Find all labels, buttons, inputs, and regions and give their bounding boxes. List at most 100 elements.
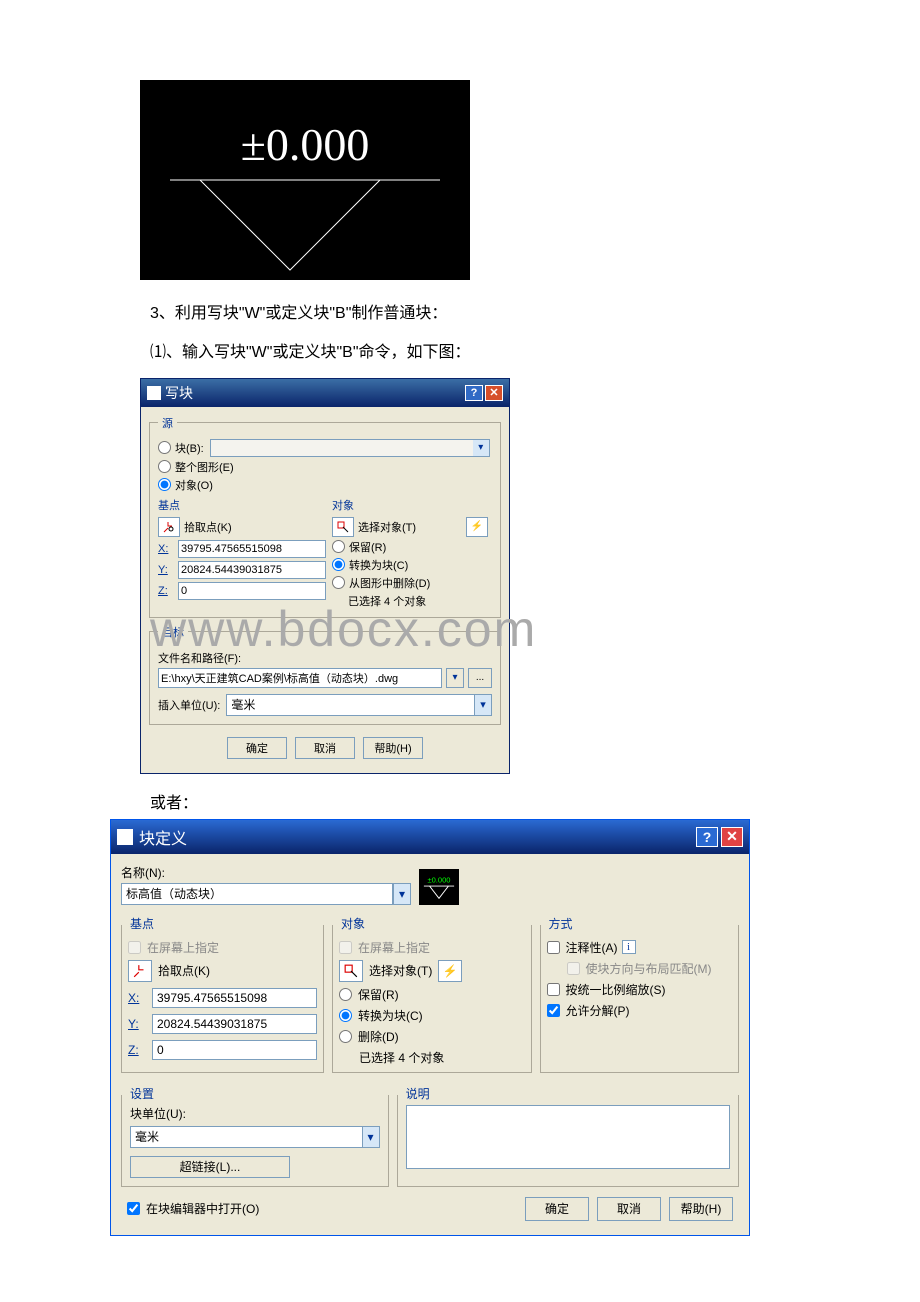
allow-explode-label: 允许分解(P) — [566, 1002, 630, 1019]
close-icon[interactable]: ✕ — [485, 385, 503, 401]
cancel-button[interactable]: 取消 — [295, 737, 355, 759]
z-label: Z: — [128, 1043, 152, 1057]
quickselect-button[interactable]: ⚡ — [438, 960, 462, 982]
pick-point-button[interactable] — [128, 960, 152, 982]
x-label: X: — [128, 991, 152, 1005]
block-name-combo: ▾ — [210, 439, 490, 457]
settings-legend: 设置 — [126, 1085, 158, 1102]
convert-label: 转换为块(C) — [358, 1007, 423, 1024]
path-dropdown[interactable]: ▾ — [446, 668, 464, 688]
select-objects-button[interactable] — [332, 517, 354, 537]
radio-entire-label: 整个图形(E) — [175, 459, 234, 475]
delete-label: 从图形中删除(D) — [349, 575, 430, 591]
help-icon[interactable]: ? — [696, 827, 718, 847]
radio-block[interactable] — [158, 441, 171, 454]
y-label: Y: — [158, 564, 178, 576]
help-icon[interactable]: ? — [465, 385, 483, 401]
app-icon — [117, 829, 133, 845]
selected-count: 已选择 4 个对象 — [332, 593, 492, 609]
basepoint-panel: 基点 在屏幕上指定 拾取点(K) X: Y: Z: — [121, 925, 324, 1073]
insert-units-select[interactable] — [226, 694, 474, 716]
mode-legend: 方式 — [545, 915, 577, 932]
y-label: Y: — [128, 1017, 152, 1031]
info-icon[interactable]: i — [622, 940, 636, 954]
name-label: 名称(N): — [121, 864, 411, 881]
radio-retain[interactable] — [332, 540, 345, 553]
doc-text-1: 3、利用写块"W"或定义块"B"制作普通块： — [150, 300, 780, 329]
doc-text-2: ⑴、输入写块"W"或定义块"B"命令，如下图： — [150, 339, 780, 368]
radio-delete[interactable] — [339, 1030, 352, 1043]
close-icon[interactable]: ✕ — [721, 827, 743, 847]
wblock-dialog: 写块 ? ✕ 源 块(B): ▾ 整个图形(E) 对象(O) 基点 — [140, 378, 510, 774]
radio-convert[interactable] — [339, 1009, 352, 1022]
quickselect-button[interactable]: ⚡ — [466, 517, 488, 537]
wblock-titlebar[interactable]: 写块 ? ✕ — [141, 379, 509, 407]
select-objects-button[interactable] — [339, 960, 363, 982]
radio-entire[interactable] — [158, 460, 171, 473]
y-input[interactable] — [178, 561, 326, 579]
help-button[interactable]: 帮助(H) — [669, 1197, 733, 1221]
radio-objects[interactable] — [158, 478, 171, 491]
objects-legend: 对象 — [332, 497, 492, 513]
open-in-editor-label: 在块编辑器中打开(O) — [146, 1200, 259, 1217]
x-label: X: — [158, 543, 178, 555]
open-in-editor-check[interactable] — [127, 1202, 140, 1215]
hyperlink-button[interactable]: 超链接(L)... — [130, 1156, 290, 1178]
z-input[interactable] — [178, 582, 326, 600]
block-definition-dialog: 块定义 ? ✕ 名称(N): ▾ ±0.000 — [110, 819, 750, 1236]
objects-panel: 对象 在屏幕上指定 选择对象(T) ⚡ 保留(R) 转换为块(C) 删除(D) … — [332, 925, 532, 1073]
description-textarea[interactable] — [406, 1105, 730, 1169]
bdef-title: 块定义 — [139, 825, 693, 849]
chevron-down-icon[interactable]: ▾ — [474, 694, 492, 716]
chevron-down-icon[interactable]: ▾ — [362, 1126, 380, 1148]
settings-panel: 设置 块单位(U): ▾ 超链接(L)... — [121, 1095, 389, 1187]
chevron-down-icon: ▾ — [473, 440, 489, 456]
match-layout-check — [567, 962, 580, 975]
convert-label: 转换为块(C) — [349, 557, 408, 573]
desc-legend: 说明 — [402, 1085, 434, 1102]
radio-objects-label: 对象(O) — [175, 477, 213, 493]
select-objects-label: 选择对象(T) — [369, 962, 432, 979]
pick-point-button[interactable] — [158, 517, 180, 537]
onscreen2-check — [339, 941, 352, 954]
x-input[interactable] — [178, 540, 326, 558]
radio-retain[interactable] — [339, 988, 352, 1001]
ok-button[interactable]: 确定 — [525, 1197, 589, 1221]
chevron-down-icon[interactable]: ▾ — [393, 883, 411, 905]
dest-fieldset: 目标 文件名和路径(F): ▾ ... 插入单位(U): ▾ — [149, 624, 501, 725]
dest-legend: 目标 — [158, 624, 188, 640]
annotative-label: 注释性(A) — [566, 939, 618, 956]
basepoint-legend: 基点 — [158, 497, 326, 513]
retain-label: 保留(R) — [358, 986, 399, 1003]
block-unit-select[interactable] — [130, 1126, 362, 1148]
selected-count: 已选择 4 个对象 — [339, 1049, 525, 1066]
allow-explode-check[interactable] — [547, 1004, 560, 1017]
y-input[interactable] — [152, 1014, 317, 1034]
bdef-titlebar[interactable]: 块定义 ? ✕ — [111, 820, 749, 854]
source-fieldset: 源 块(B): ▾ 整个图形(E) 对象(O) 基点 — [149, 415, 501, 618]
uniform-scale-check[interactable] — [547, 983, 560, 996]
block-preview: ±0.000 — [419, 869, 459, 905]
cancel-button[interactable]: 取消 — [597, 1197, 661, 1221]
radio-delete[interactable] — [332, 576, 345, 589]
delete-label: 删除(D) — [358, 1028, 399, 1045]
match-layout-label: 使块方向与布局匹配(M) — [586, 960, 712, 977]
help-button[interactable]: 帮助(H) — [363, 737, 423, 759]
insert-units-label: 插入单位(U): — [158, 697, 220, 713]
basepoint-legend: 基点 — [126, 915, 158, 932]
z-input[interactable] — [152, 1040, 317, 1060]
description-panel: 说明 — [397, 1095, 739, 1187]
cad-preview-image: ±0.000 — [140, 80, 470, 280]
source-legend: 源 — [158, 415, 177, 431]
select-objects-label: 选择对象(T) — [358, 519, 416, 535]
filepath-input[interactable] — [158, 668, 442, 688]
ok-button[interactable]: 确定 — [227, 737, 287, 759]
name-input[interactable] — [121, 883, 393, 905]
z-label: Z: — [158, 585, 178, 597]
x-input[interactable] — [152, 988, 317, 1008]
onscreen-label: 在屏幕上指定 — [147, 939, 219, 956]
browse-button[interactable]: ... — [468, 668, 492, 688]
annotative-check[interactable] — [547, 941, 560, 954]
radio-convert[interactable] — [332, 558, 345, 571]
pick-point-label: 拾取点(K) — [158, 962, 210, 979]
